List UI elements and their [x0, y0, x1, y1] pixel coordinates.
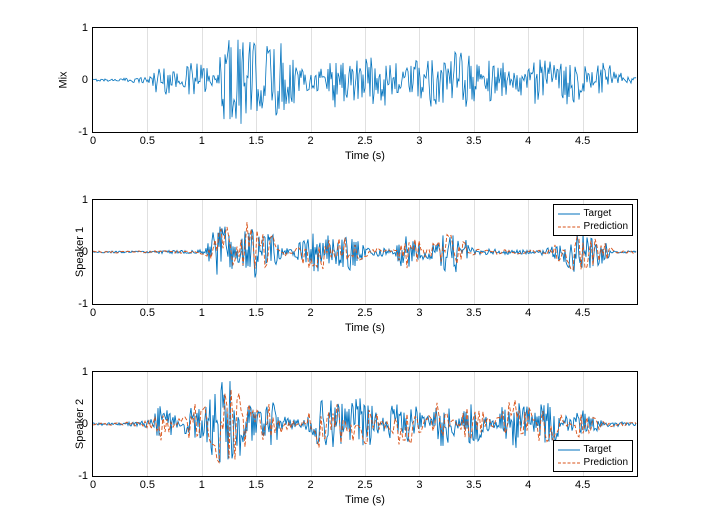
ytick-label: 0 [82, 74, 88, 86]
xtick-label: 2 [308, 135, 314, 147]
xtick-label: 4 [525, 135, 531, 147]
ytick-label: -1 [78, 470, 88, 482]
subplot-speaker1: Speaker 1 Time (s) Target Prediction 00.… [92, 199, 638, 305]
ytick-label: -1 [78, 298, 88, 310]
xtick-label: 3.5 [466, 479, 481, 491]
xtick-label: 2 [308, 479, 314, 491]
xtick-label: 1 [199, 307, 205, 319]
xtick-label: 3 [416, 479, 422, 491]
figure: Mix Time (s) 00.511.522.533.544.5-101 Sp… [0, 0, 706, 529]
xlabel-speaker1: Time (s) [345, 322, 385, 334]
xtick-label: 2.5 [357, 307, 372, 319]
legend-speaker1: Target Prediction [553, 204, 633, 236]
xtick-label: 4.5 [575, 307, 590, 319]
xlabel-mix: Time (s) [345, 150, 385, 162]
legend-prediction-label: Prediction [584, 220, 628, 233]
xtick-label: 2 [308, 307, 314, 319]
xtick-label: 3 [416, 307, 422, 319]
xtick-label: 4 [525, 479, 531, 491]
ytick-label: 1 [82, 22, 88, 34]
xtick-label: 2.5 [357, 135, 372, 147]
subplot-mix: Mix Time (s) 00.511.522.533.544.5-101 [92, 27, 638, 133]
legend-prediction-label: Prediction [584, 456, 628, 469]
xtick-label: 0.5 [140, 479, 155, 491]
xtick-label: 0.5 [140, 307, 155, 319]
waveform-svg [93, 28, 637, 132]
xtick-label: 1.5 [249, 135, 264, 147]
xtick-label: 4.5 [575, 479, 590, 491]
legend-target-label: Target [584, 207, 612, 220]
xtick-label: 3 [416, 135, 422, 147]
ytick-label: -1 [78, 126, 88, 138]
ytick-label: 0 [82, 418, 88, 430]
xtick-label: 0.5 [140, 135, 155, 147]
xtick-label: 1.5 [249, 479, 264, 491]
xtick-label: 2.5 [357, 479, 372, 491]
xtick-label: 3.5 [466, 307, 481, 319]
ylabel-mix: Mix [58, 71, 70, 88]
xtick-label: 3.5 [466, 135, 481, 147]
series-mix [93, 40, 636, 124]
xtick-label: 0 [90, 135, 96, 147]
ytick-label: 1 [82, 194, 88, 206]
xtick-label: 1 [199, 479, 205, 491]
xtick-label: 1.5 [249, 307, 264, 319]
ytick-label: 0 [82, 246, 88, 258]
xtick-label: 1 [199, 135, 205, 147]
xtick-label: 4.5 [575, 135, 590, 147]
xtick-label: 0 [90, 307, 96, 319]
xtick-label: 0 [90, 479, 96, 491]
xtick-label: 4 [525, 307, 531, 319]
xlabel-speaker2: Time (s) [345, 494, 385, 506]
subplot-speaker2: Speaker 2 Time (s) Target Prediction 00.… [92, 371, 638, 477]
legend-target-label: Target [584, 443, 612, 456]
ytick-label: 1 [82, 366, 88, 378]
legend-speaker2: Target Prediction [553, 440, 633, 472]
